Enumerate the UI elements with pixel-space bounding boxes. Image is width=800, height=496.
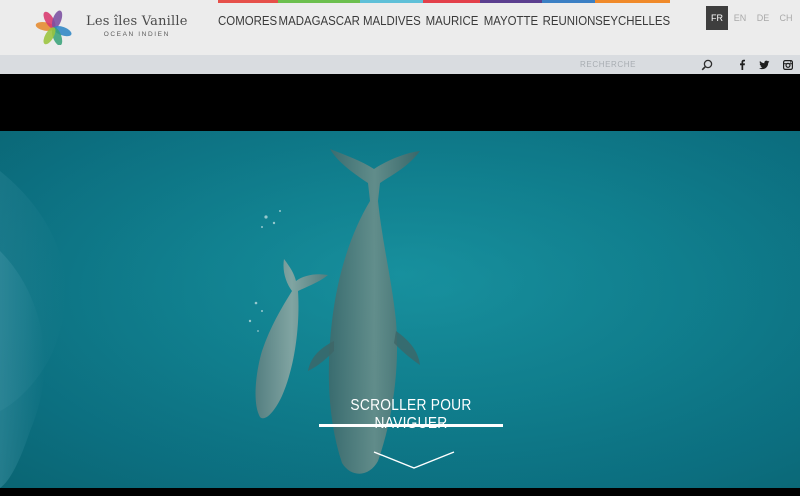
scroll-hint-underline <box>319 424 503 427</box>
nav-item-label: MADAGASCAR <box>278 12 360 28</box>
lang-ch[interactable]: CH <box>775 6 797 30</box>
nav-item-label: MAYOTTE <box>483 12 539 28</box>
nav-item-madagascar[interactable]: MADAGASCAR <box>278 0 360 40</box>
twitter-icon <box>759 60 770 69</box>
nav-item-label: SEYCHELLES <box>594 12 671 28</box>
nav-item-color-bar <box>542 0 595 3</box>
chevron-down-icon[interactable] <box>373 450 455 470</box>
site-header: Les îles Vanille OCEAN INDIEN COMORES MAD… <box>0 0 800 55</box>
instagram-icon <box>782 59 793 70</box>
nav-item-label: MAURICE <box>425 12 478 28</box>
nav-item-mayotte[interactable]: MAYOTTE <box>480 0 542 40</box>
facebook-link[interactable] <box>730 57 753 72</box>
nav-item-maldives[interactable]: MALDIVES <box>360 0 423 40</box>
brand-tagline: OCEAN INDIEN <box>103 31 170 38</box>
nav-item-label: REUNION <box>542 12 595 28</box>
nav-item-label: COMORES <box>218 12 278 28</box>
lang-de[interactable]: DE <box>752 6 774 30</box>
nav-item-color-bar <box>423 0 480 3</box>
lang-en[interactable]: EN <box>729 6 751 30</box>
nav-item-maurice[interactable]: MAURICE <box>423 0 480 40</box>
lang-fr[interactable]: FR <box>706 6 728 30</box>
brand-name: Les îles Vanille <box>86 14 188 29</box>
nav-item-comores[interactable]: COMORES <box>218 0 278 40</box>
scroll-hint-label[interactable]: SCROLLER POUR NAVIGUER <box>319 397 503 433</box>
nav-item-color-bar <box>278 0 360 3</box>
nav-item-color-bar <box>360 0 423 3</box>
nav-item-reunion[interactable]: REUNION <box>542 0 595 40</box>
nav-item-color-bar <box>480 0 542 3</box>
search-input[interactable] <box>575 57 699 72</box>
twitter-link[interactable] <box>753 57 776 72</box>
logo-text: Les îles Vanille OCEAN INDIEN <box>86 14 188 38</box>
hero-video <box>0 131 800 488</box>
nav-item-color-bar <box>595 0 670 3</box>
main-nav: COMORES MADAGASCAR MALDIVES MAURICE MAYOTTE R… <box>218 0 670 40</box>
search-button[interactable] <box>699 57 715 72</box>
nav-item-seychelles[interactable]: SEYCHELLES <box>595 0 670 40</box>
logo-flower-icon <box>35 10 72 45</box>
search-form <box>575 57 719 72</box>
nav-item-label: MALDIVES <box>362 12 421 28</box>
instagram-link[interactable] <box>776 57 799 72</box>
site-logo[interactable]: Les îles Vanille OCEAN INDIEN <box>32 7 207 45</box>
search-icon <box>701 59 713 70</box>
language-switcher: FR EN DE CH <box>706 6 798 30</box>
whales-image <box>0 131 800 488</box>
nav-item-color-bar <box>218 0 278 3</box>
social-links <box>730 57 799 72</box>
facebook-icon <box>739 59 745 70</box>
